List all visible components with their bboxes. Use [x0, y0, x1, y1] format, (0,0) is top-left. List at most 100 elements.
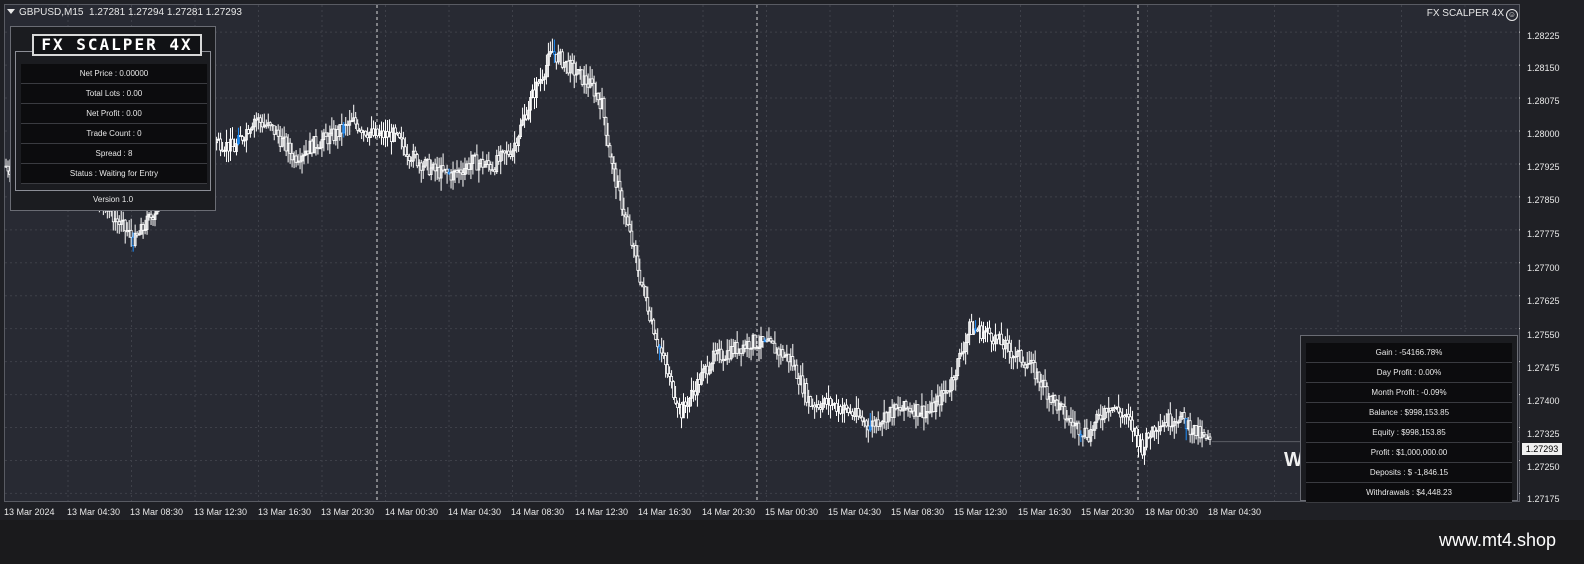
- candle-body: [845, 404, 848, 409]
- candle-body: [397, 132, 401, 138]
- candle-body: [590, 78, 594, 84]
- candle-body: [584, 75, 588, 85]
- total-lots-row: Total Lots : 0.00: [21, 84, 207, 104]
- candle-body: [314, 136, 318, 148]
- time-tick: 15 Mar 00:30: [765, 507, 819, 517]
- candle-body: [747, 341, 751, 350]
- price-tick: 1.27850: [1527, 195, 1560, 205]
- candle-body: [231, 138, 234, 148]
- candle-body: [602, 97, 606, 118]
- candle-body: [1043, 379, 1047, 387]
- candle-body: [674, 397, 677, 404]
- candle-body: [898, 407, 902, 411]
- candle-body: [988, 327, 991, 334]
- candle-body: [620, 190, 624, 210]
- candle-body: [356, 123, 360, 131]
- candle-body: [407, 156, 411, 162]
- price-tick: 1.27775: [1527, 229, 1560, 239]
- candle-body: [795, 364, 799, 379]
- candle-body: [1117, 406, 1121, 413]
- candle-body: [1037, 371, 1041, 383]
- time-tick: 13 Mar 12:30: [194, 507, 248, 517]
- candle-body: [608, 145, 612, 158]
- candle-body: [129, 229, 133, 238]
- candle-body: [618, 180, 622, 192]
- price-tick: 1.27475: [1527, 363, 1560, 373]
- candle-body: [1188, 420, 1192, 436]
- candle-body: [791, 356, 795, 367]
- candle-body: [459, 169, 463, 174]
- version-label: Version 1.0: [92, 195, 134, 204]
- candle-body: [864, 420, 868, 427]
- candle-body: [644, 286, 648, 299]
- profit-row: Profit : $1,000,000.00: [1306, 443, 1512, 463]
- price-tick: 1.27625: [1527, 296, 1560, 306]
- candle-body: [1005, 339, 1009, 344]
- dropdown-triangle-icon[interactable]: [7, 9, 15, 14]
- time-tick: 13 Mar 20:30: [321, 507, 375, 517]
- candle-body: [403, 146, 407, 156]
- ea-info-panel: FX SCALPER 4X Net Price : 0.00000 Total …: [10, 26, 216, 211]
- brand-url[interactable]: www.mt4.shop: [1439, 530, 1556, 551]
- time-tick: 15 Mar 08:30: [891, 507, 945, 517]
- candle-body: [634, 245, 638, 257]
- expert-advisor-label[interactable]: FX SCALPER 4X ☺: [1427, 8, 1518, 21]
- candle-body: [1000, 333, 1003, 346]
- trade-count-row: Trade Count : 0: [21, 124, 207, 144]
- candle-body: [719, 348, 723, 361]
- time-tick: 13 Mar 2024: [4, 507, 55, 517]
- time-tick: 18 Mar 00:30: [1145, 507, 1199, 517]
- candle-body: [809, 396, 813, 407]
- candle-body: [276, 129, 280, 137]
- candle-body: [445, 168, 449, 173]
- candle-body: [622, 208, 626, 216]
- candle-body: [850, 411, 854, 416]
- candle-body: [668, 373, 672, 377]
- equity-row: Equity : $998,153.85: [1306, 423, 1512, 443]
- candle-body: [596, 92, 600, 101]
- time-tick: 13 Mar 16:30: [258, 507, 312, 517]
- candle-body: [664, 355, 668, 366]
- time-tick: 13 Mar 08:30: [130, 507, 184, 517]
- price-tick: 1.28000: [1527, 129, 1560, 139]
- candle-body: [1208, 436, 1212, 440]
- symbol-header: GBPUSD,M15 1.27281 1.27294 1.27281 1.272…: [7, 7, 242, 18]
- candle-body: [817, 404, 821, 408]
- time-tick: 15 Mar 20:30: [1081, 507, 1135, 517]
- candle-body: [570, 59, 574, 64]
- candle-body: [1063, 406, 1067, 420]
- candle-body: [606, 134, 610, 146]
- price-tick: 1.27925: [1527, 162, 1560, 172]
- candle-body: [626, 216, 630, 226]
- price-tick: 1.28150: [1527, 63, 1560, 73]
- price-tick: 1.27550: [1527, 330, 1560, 340]
- current-price-marker: 1.27293: [1522, 443, 1562, 455]
- candle-body: [6, 165, 10, 172]
- candle-body: [753, 334, 757, 348]
- candle-body: [612, 162, 616, 170]
- time-tick: 14 Mar 04:30: [448, 507, 502, 517]
- candle-body: [489, 164, 493, 171]
- candle-body: [990, 332, 993, 342]
- candle-body: [413, 150, 417, 156]
- candle-body: [1019, 350, 1023, 363]
- candle-body: [1147, 432, 1150, 438]
- candle-body: [288, 142, 292, 154]
- ea-logo: FX SCALPER 4X: [32, 34, 202, 56]
- candle-body: [860, 416, 864, 422]
- spread-row: Spread : 8: [21, 144, 207, 164]
- candlestick-chart[interactable]: [0, 0, 1520, 504]
- candle-body: [684, 401, 687, 406]
- withdrawals-row: Withdrawals : $4,448.23: [1306, 483, 1512, 503]
- time-tick: 14 Mar 12:30: [575, 507, 629, 517]
- candle-body: [666, 364, 670, 375]
- deposits-row: Deposits : $ -1,846.15: [1306, 463, 1512, 483]
- candle-body: [1135, 427, 1138, 436]
- time-tick: 15 Mar 16:30: [1018, 507, 1072, 517]
- net-profit-row: Net Profit : 0.00: [21, 104, 207, 124]
- candle-body: [1085, 427, 1089, 438]
- price-tick: 1.27325: [1527, 429, 1560, 439]
- candle-body: [636, 255, 640, 271]
- candle-body: [1007, 342, 1011, 352]
- status-row: Status : Waiting for Entry: [21, 164, 207, 184]
